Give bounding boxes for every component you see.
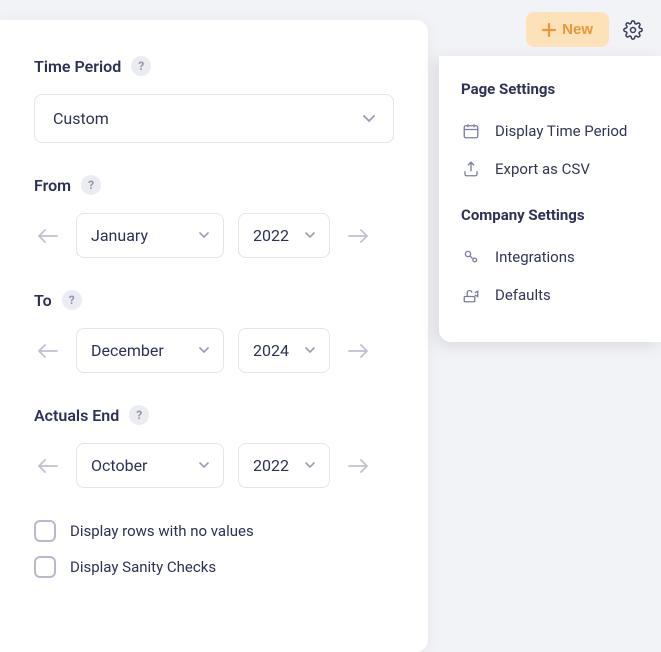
from-label: From (34, 176, 71, 195)
actuals-end-label-row: Actuals End ? (34, 405, 394, 425)
time-period-label-row: Time Period ? (34, 56, 394, 76)
top-bar: New (526, 12, 647, 47)
time-period-value: Custom (53, 109, 109, 128)
from-section: From ? January 2022 (34, 175, 394, 258)
page-settings-heading: Page Settings (461, 80, 639, 98)
actuals-end-section: Actuals End ? October 2022 (34, 405, 394, 488)
from-prev-arrow[interactable] (34, 222, 62, 250)
actuals-end-month-select[interactable]: October (76, 443, 224, 488)
time-period-section: Time Period ? Custom (34, 56, 394, 143)
arrow-left-icon (38, 229, 58, 243)
to-label: To (34, 291, 52, 310)
company-settings-heading: Company Settings (461, 206, 639, 224)
actuals-end-year-select[interactable]: 2022 (238, 443, 330, 488)
from-year-select[interactable]: 2022 (238, 213, 330, 258)
help-icon[interactable]: ? (131, 56, 151, 76)
to-year-value: 2024 (253, 341, 289, 360)
actuals-end-label: Actuals End (34, 406, 119, 425)
settings-menu: Page Settings Display Time Period Export… (439, 56, 661, 342)
to-section: To ? December 2024 (34, 290, 394, 373)
chevron-down-icon (363, 115, 375, 123)
to-label-row: To ? (34, 290, 394, 310)
help-icon[interactable]: ? (81, 175, 101, 195)
menu-item-integrations[interactable]: Integrations (461, 238, 639, 276)
display-rows-no-values-checkbox[interactable]: Display rows with no values (34, 520, 394, 542)
from-label-row: From ? (34, 175, 394, 195)
calendar-icon (461, 121, 481, 141)
actuals-end-year-value: 2022 (253, 456, 289, 475)
from-month-select[interactable]: January (76, 213, 224, 258)
help-icon[interactable]: ? (62, 290, 82, 310)
arrow-right-icon (348, 344, 368, 358)
display-sanity-checks-label: Display Sanity Checks (70, 558, 216, 576)
display-sanity-checks-checkbox[interactable]: Display Sanity Checks (34, 556, 394, 578)
menu-item-label: Defaults (495, 286, 551, 304)
time-settings-panel: Time Period ? Custom From ? January (0, 20, 428, 652)
to-month-value: December (91, 341, 164, 360)
menu-item-export-csv[interactable]: Export as CSV (461, 150, 639, 188)
arrow-left-icon (38, 459, 58, 473)
chevron-down-icon (305, 462, 315, 469)
actuals-end-month-value: October (91, 456, 147, 475)
from-month-value: January (91, 226, 148, 245)
menu-item-defaults[interactable]: Defaults (461, 276, 639, 314)
new-button-label: New (562, 21, 593, 38)
arrow-left-icon (38, 344, 58, 358)
display-rows-no-values-label: Display rows with no values (70, 522, 254, 540)
menu-item-label: Integrations (495, 248, 575, 266)
help-icon[interactable]: ? (129, 405, 149, 425)
menu-item-display-time-period[interactable]: Display Time Period (461, 112, 639, 150)
defaults-icon (461, 285, 481, 305)
time-period-label: Time Period (34, 57, 121, 76)
from-next-arrow[interactable] (344, 222, 372, 250)
options-section: Display rows with no values Display Sani… (34, 520, 394, 578)
chevron-down-icon (305, 232, 315, 239)
checkbox-icon (34, 520, 56, 542)
actuals-end-date-row: October 2022 (34, 443, 394, 488)
arrow-right-icon (348, 229, 368, 243)
plus-icon (542, 23, 556, 37)
to-next-arrow[interactable] (344, 337, 372, 365)
from-date-row: January 2022 (34, 213, 394, 258)
gear-icon (623, 20, 643, 40)
menu-item-label: Display Time Period (495, 122, 627, 140)
actuals-end-next-arrow[interactable] (344, 452, 372, 480)
chevron-down-icon (199, 462, 209, 469)
new-button[interactable]: New (526, 12, 609, 47)
chevron-down-icon (199, 232, 209, 239)
chevron-down-icon (199, 347, 209, 354)
chevron-down-icon (305, 347, 315, 354)
to-month-select[interactable]: December (76, 328, 224, 373)
export-icon (461, 159, 481, 179)
time-period-select[interactable]: Custom (34, 94, 394, 143)
menu-item-label: Export as CSV (495, 160, 590, 178)
to-year-select[interactable]: 2024 (238, 328, 330, 373)
to-date-row: December 2024 (34, 328, 394, 373)
actuals-end-prev-arrow[interactable] (34, 452, 62, 480)
arrow-right-icon (348, 459, 368, 473)
integrations-icon (461, 247, 481, 267)
to-prev-arrow[interactable] (34, 337, 62, 365)
settings-gear-button[interactable] (619, 16, 647, 44)
checkbox-icon (34, 556, 56, 578)
from-year-value: 2022 (253, 226, 289, 245)
